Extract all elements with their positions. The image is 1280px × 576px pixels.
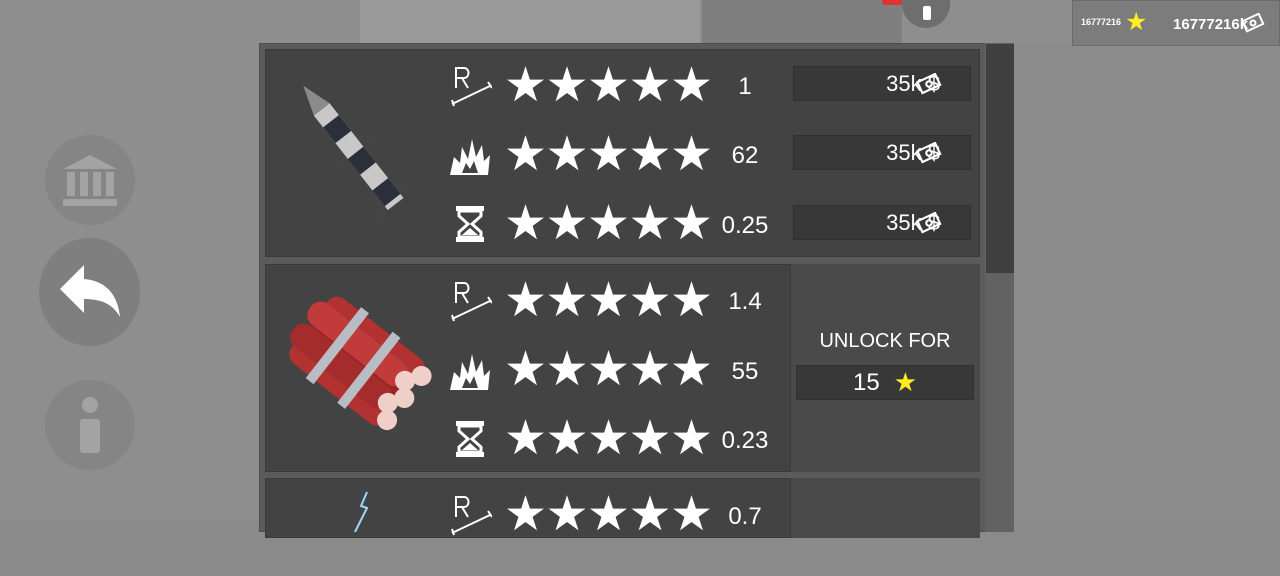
range-icon xyxy=(448,493,492,537)
reload-value: 0.25 xyxy=(721,212,769,239)
info-button[interactable] xyxy=(45,380,135,470)
missile-icon xyxy=(303,85,428,232)
star-icon: ★ xyxy=(893,367,917,397)
reload-value: 0.23 xyxy=(721,427,769,454)
star-rating: ★ ★ ★ ★ ★ xyxy=(504,488,714,541)
bank-button[interactable] xyxy=(45,135,135,225)
damage-value: 55 xyxy=(731,358,759,385)
bank-icon xyxy=(63,155,117,206)
unlock-cost: 15 xyxy=(852,368,880,396)
dynamite-icon xyxy=(289,296,432,431)
star-rating: ★ ★ ★ ★ ★ xyxy=(504,128,714,181)
damage-value: 62 xyxy=(731,142,759,169)
upgrade-range-button[interactable]: 35k $ xyxy=(793,66,971,101)
top-toggle[interactable] xyxy=(902,0,950,28)
star-rating: ★ ★ ★ ★ ★ xyxy=(504,197,714,250)
currency-display: 16777216 ★ 16777216k xyxy=(1072,0,1280,46)
back-button[interactable] xyxy=(39,238,140,346)
explosion-icon xyxy=(448,348,492,392)
back-arrow-icon xyxy=(59,265,120,317)
range-value: 0.7 xyxy=(728,503,762,530)
money-icon xyxy=(915,141,942,170)
reload-stat: ★ ★ ★ ★ ★ xyxy=(448,412,714,465)
range-icon xyxy=(448,64,492,108)
money-icon xyxy=(915,72,942,101)
star-rating: ★ ★ ★ ★ ★ xyxy=(504,274,714,327)
unlock-label: UNLOCK FOR xyxy=(819,330,951,352)
range-stat: ★ ★ ★ ★ ★ xyxy=(448,488,714,541)
reload-stat: ★ ★ ★ ★ ★ xyxy=(448,197,714,250)
star-icon: ★ xyxy=(1125,8,1148,36)
star-rating: ★ ★ ★ ★ ★ xyxy=(504,343,714,396)
info-icon xyxy=(80,397,100,453)
background-wall xyxy=(360,0,700,44)
upgrade-reload-button[interactable]: 35k $ xyxy=(793,205,971,240)
lightning-icon xyxy=(354,491,369,532)
hourglass-icon xyxy=(448,417,492,461)
background-right xyxy=(1014,44,1280,524)
money-icon xyxy=(1240,12,1265,38)
range-value: 1 xyxy=(738,73,752,100)
money-count: 16777216k xyxy=(1173,16,1249,33)
unlock-section xyxy=(790,478,980,538)
unlock-button[interactable]: 15 ★ xyxy=(796,365,974,400)
range-value: 1.4 xyxy=(728,288,762,315)
range-icon xyxy=(448,279,492,323)
star-count: 16777216 xyxy=(1081,17,1122,27)
hourglass-icon xyxy=(448,202,492,246)
range-stat: ★ ★ ★ ★ ★ xyxy=(448,59,714,112)
upgrade-damage-button[interactable]: 35k $ xyxy=(793,135,971,170)
star-rating: ★ ★ ★ ★ ★ xyxy=(504,412,714,465)
star-rating: ★ ★ ★ ★ ★ xyxy=(504,59,714,112)
money-icon xyxy=(915,211,942,240)
damage-stat: ★ ★ ★ ★ ★ xyxy=(448,128,714,181)
damage-stat: ★ ★ ★ ★ ★ xyxy=(448,343,714,396)
range-stat: ★ ★ ★ ★ ★ xyxy=(448,274,714,327)
scrollbar-thumb[interactable] xyxy=(986,44,1014,273)
explosion-icon xyxy=(448,133,492,177)
